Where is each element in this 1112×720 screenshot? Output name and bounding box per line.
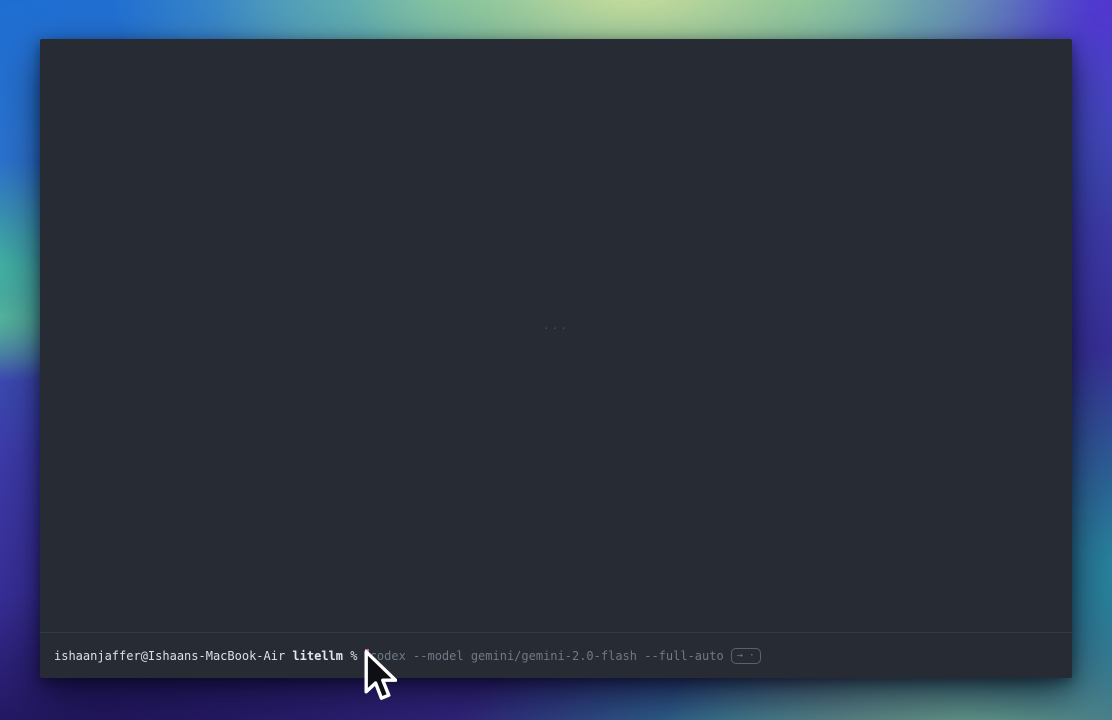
text-caret (365, 649, 369, 663)
prompt-user-host: ishaanjaffer@Ishaans-MacBook-Air (54, 648, 292, 664)
autosuggestion-text: codex --model gemini/gemini-2.0-flash --… (370, 648, 724, 664)
terminal-window[interactable]: ··· ishaanjaffer@Ishaans-MacBook-Air lit… (40, 39, 1072, 678)
loading-indicator: ··· (543, 322, 569, 335)
terminal-scrollback: ··· (40, 39, 1072, 632)
accept-suggestion-hint: → · (731, 648, 761, 664)
terminal-prompt-line[interactable]: ishaanjaffer@Ishaans-MacBook-Air litellm… (40, 632, 1072, 678)
command-prompt: ishaanjaffer@Ishaans-MacBook-Air litellm… (54, 648, 761, 664)
prompt-symbol: % (343, 648, 365, 664)
prompt-directory: litellm (292, 648, 343, 664)
